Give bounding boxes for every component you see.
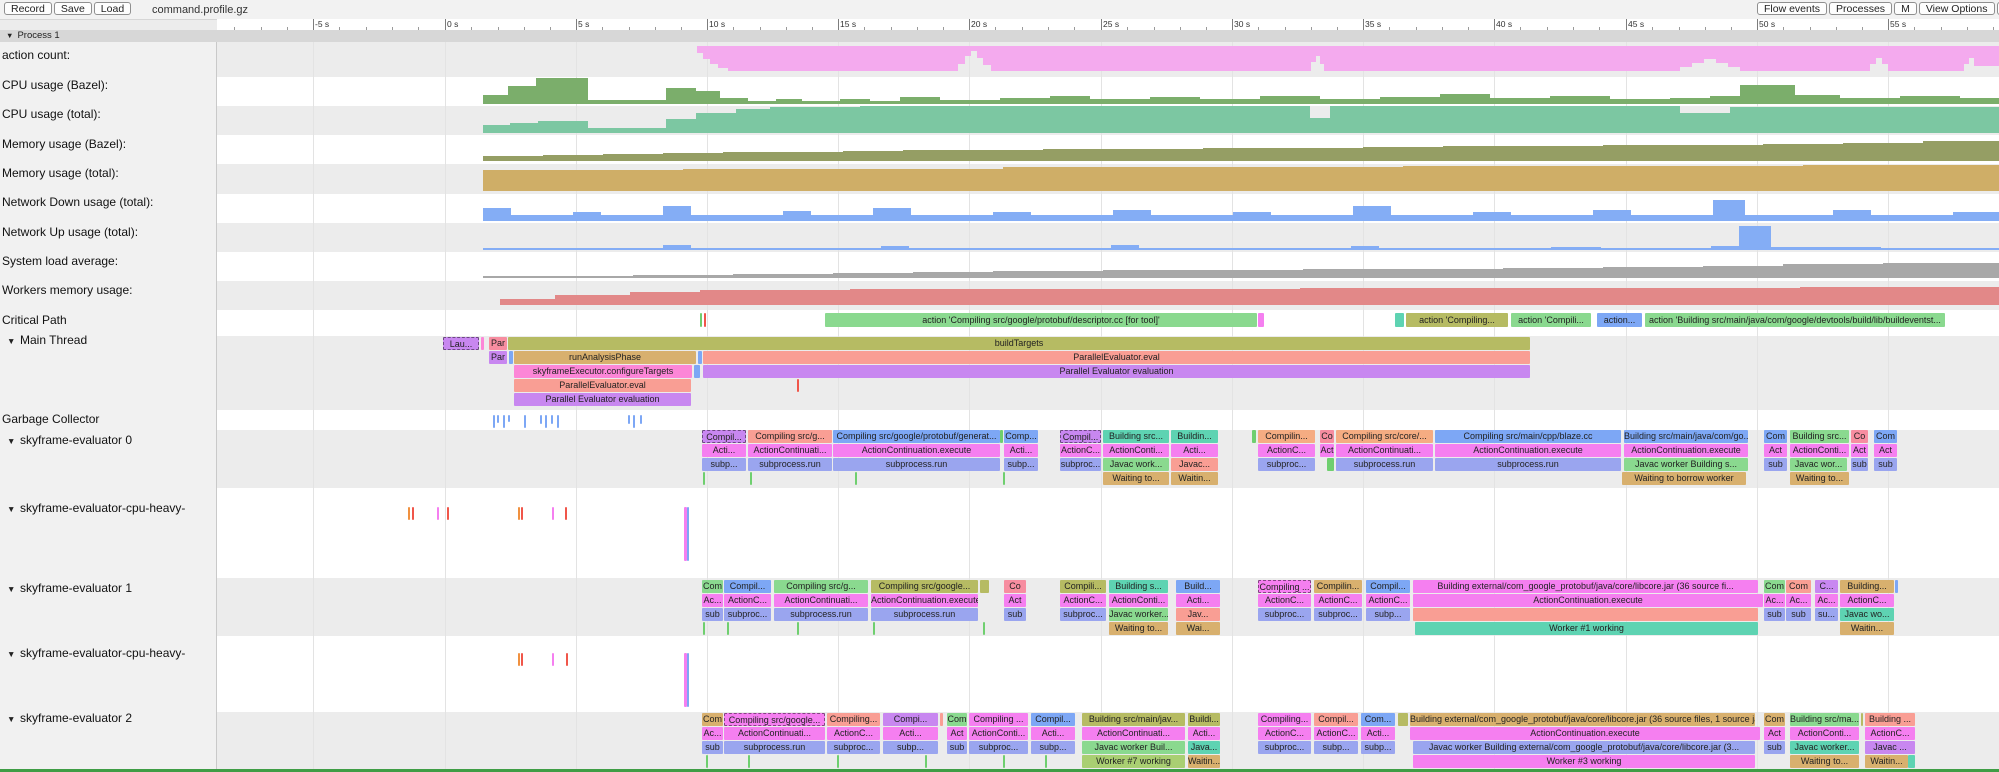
track-label-memory-usage-total[interactable]: Memory usage (total): xyxy=(2,166,119,180)
collapse-arrow-icon[interactable]: ▼ xyxy=(7,504,20,514)
track-label-text: Memory usage (total): xyxy=(2,166,119,180)
track-label-text: Critical Path xyxy=(2,313,67,327)
track-label-text: skyframe-evaluator-cpu-heavy- xyxy=(20,646,185,660)
track-label-skyframe-evaluator-2[interactable]: ▼skyframe-evaluator 2 xyxy=(2,711,132,725)
collapse-arrow-icon[interactable]: ▼ xyxy=(7,584,20,594)
track-label-memory-usage-bazel[interactable]: Memory usage (Bazel): xyxy=(2,137,126,151)
track-label-text: skyframe-evaluator 0 xyxy=(20,433,132,447)
track-label-workers-memory-usage[interactable]: Workers memory usage: xyxy=(2,283,132,297)
track-label-text: skyframe-evaluator 1 xyxy=(20,581,132,595)
track-label-main-thread[interactable]: ▼Main Thread xyxy=(2,333,87,347)
track-label-skyframe-evaluator-1[interactable]: ▼skyframe-evaluator 1 xyxy=(2,581,132,595)
track-label-text: skyframe-evaluator-cpu-heavy- xyxy=(20,501,185,515)
track-label-text: Workers memory usage: xyxy=(2,283,132,297)
track-label-text: CPU usage (Bazel): xyxy=(2,78,108,92)
profiler-app: RecordSaveLoad command.profile.gz Flow e… xyxy=(0,0,1999,772)
track-label-text: Garbage Collector xyxy=(2,412,99,426)
track-label-text: Main Thread xyxy=(20,333,87,347)
track-label-text: skyframe-evaluator 2 xyxy=(20,711,132,725)
collapse-arrow-icon[interactable]: ▼ xyxy=(7,649,20,659)
track-label-critical-path[interactable]: Critical Path xyxy=(2,313,67,327)
track-label-text: CPU usage (total): xyxy=(2,107,101,121)
collapse-arrow-icon[interactable]: ▼ xyxy=(7,714,20,724)
track-label-network-up-usage-total[interactable]: Network Up usage (total): xyxy=(2,225,138,239)
track-label-text: Network Down usage (total): xyxy=(2,195,153,209)
collapse-arrow-icon[interactable]: ▼ xyxy=(7,436,20,446)
track-label-text: System load average: xyxy=(2,254,118,268)
track-label-cpu-usage-bazel[interactable]: CPU usage (Bazel): xyxy=(2,78,108,92)
track-label-cpu-usage-total[interactable]: CPU usage (total): xyxy=(2,107,101,121)
track-labels-layer: action count: CPU usage (Bazel): CPU usage… xyxy=(0,0,1999,772)
track-label-skyframe-evaluator-0[interactable]: ▼skyframe-evaluator 0 xyxy=(2,433,132,447)
track-label-network-down-usage-total[interactable]: Network Down usage (total): xyxy=(2,195,153,209)
collapse-arrow-icon[interactable]: ▼ xyxy=(7,336,20,346)
track-label-skyframe-evaluator-cpu-heavy-b[interactable]: ▼skyframe-evaluator-cpu-heavy- xyxy=(2,646,185,660)
track-label-garbage-collector[interactable]: Garbage Collector xyxy=(2,412,99,426)
track-label-text: action count: xyxy=(2,48,70,62)
track-label-text: Network Up usage (total): xyxy=(2,225,138,239)
track-label-action-count[interactable]: action count: xyxy=(2,48,70,62)
track-label-skyframe-evaluator-cpu-heavy-a[interactable]: ▼skyframe-evaluator-cpu-heavy- xyxy=(2,501,185,515)
track-label-text: Memory usage (Bazel): xyxy=(2,137,126,151)
track-label-system-load-average[interactable]: System load average: xyxy=(2,254,118,268)
